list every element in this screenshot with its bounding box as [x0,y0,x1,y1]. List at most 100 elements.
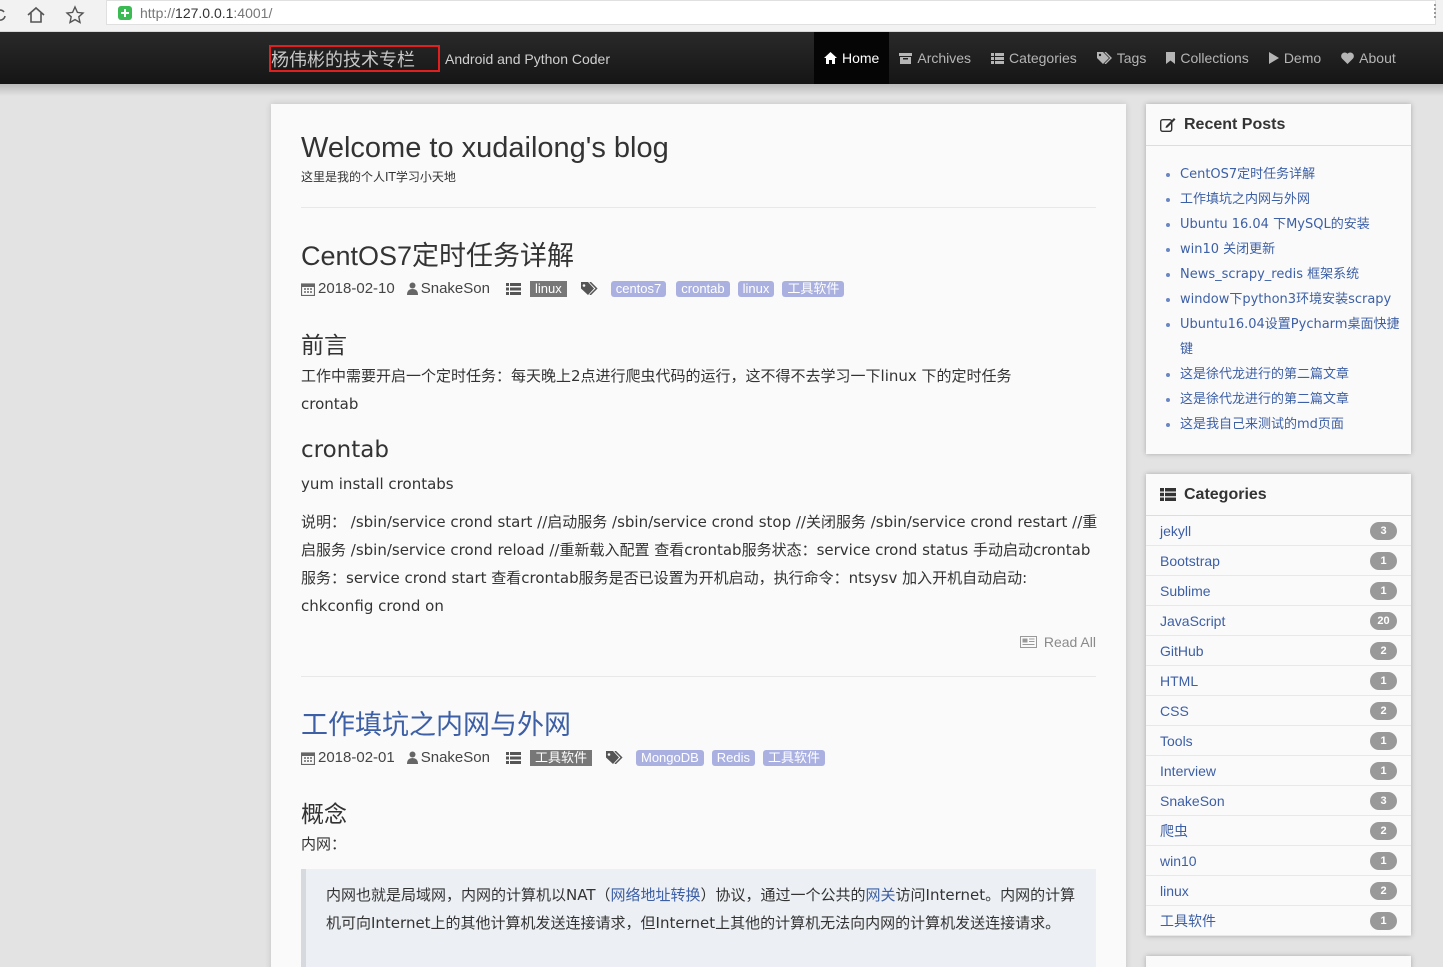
recent-post-link[interactable]: win10 关闭更新 [1166,237,1401,262]
section-heading: 前言 [301,333,347,359]
tags-icon [605,751,623,764]
list-icon [505,282,521,295]
gateway-link[interactable]: 网关 [866,886,896,904]
category-item[interactable]: JavaScript 20 [1146,606,1411,636]
bookmark-icon [1166,52,1176,64]
recent-post-link[interactable]: News_scrapy_redis 框架系统 [1166,262,1401,287]
address-bar[interactable]: http://127.0.0.1:4001/ [106,0,1436,25]
blog-subtitle: 这里是我的个人IT学习小天地 [301,170,456,184]
section-text: yum install crontabs [301,475,454,493]
category-item[interactable]: Interview 1 [1146,756,1411,786]
post-author[interactable]: SnakeSon [421,280,490,297]
categories-panel: Categories jekyll 3 Bootstrap 1 Sublime 1 J… [1146,474,1411,936]
post-title[interactable]: CentOS7定时任务详解 [301,234,574,273]
user-icon [406,282,418,295]
category-item[interactable]: linux 2 [1146,876,1411,906]
menu-dots-icon[interactable] [1434,4,1437,18]
category-badge[interactable]: linux [529,280,567,297]
nav-collections[interactable]: Collections [1156,32,1258,84]
category-item[interactable]: CSS 2 [1146,696,1411,726]
home-browser-icon[interactable] [24,3,48,27]
tags-icon [580,282,598,295]
heart-icon [1341,52,1355,64]
category-badge[interactable]: 工具软件 [529,749,592,766]
category-count: 1 [1370,851,1397,870]
post-meta: 2018-02-01 SnakeSon 工具软件 MongoDB Redis 工… [301,749,826,766]
category-name: Tools [1160,732,1193,749]
nav-home[interactable]: Home [814,32,890,84]
nav-about[interactable]: About [1331,32,1406,84]
recent-post-link[interactable]: Ubuntu 16.04 下MySQL的安装 [1166,212,1401,237]
nav-archives[interactable]: Archives [889,32,981,84]
category-name: JavaScript [1160,612,1226,629]
recent-posts-list: CentOS7定时任务详解 工作填坑之内网与外网 Ubuntu 16.04 下M… [1146,146,1411,445]
recent-post-link[interactable]: 这是徐代龙进行的第二篇文章 [1166,362,1401,387]
category-count: 2 [1370,881,1397,900]
category-item[interactable]: SnakeSon 3 [1146,786,1411,816]
category-item[interactable]: HTML 1 [1146,666,1411,696]
nav-categories[interactable]: Categories [981,32,1087,84]
tag-badge[interactable]: 工具软件 [763,749,826,766]
explain-text: 说明： /sbin/service crond start //启动服务 /sb… [301,513,1098,615]
nat-link[interactable]: 网络地址转换 [610,886,700,904]
tag-badge[interactable]: Redis [711,749,756,766]
category-name: win10 [1160,852,1197,869]
categories-header: Categories [1146,474,1411,516]
browser-toolbar: http://127.0.0.1:4001/ [0,0,1443,32]
category-item[interactable]: 爬虫 2 [1146,816,1411,846]
recent-post-link[interactable]: CentOS7定时任务详解 [1166,162,1401,187]
home-icon [824,52,837,64]
nav-home-label: Home [842,50,880,66]
bookmark-star-icon[interactable] [63,3,87,27]
list-icon [1160,488,1176,501]
post-meta: 2018-02-10 SnakeSon linux centos7 cronta… [301,280,845,297]
site-brand[interactable]: 杨伟彬的技术专栏 [271,46,415,72]
category-name: CSS [1160,702,1189,719]
section-heading: 概念 [301,802,347,828]
nav-demo-label: Demo [1283,50,1322,66]
nav-demo[interactable]: Demo [1259,32,1331,84]
category-item[interactable]: win10 1 [1146,846,1411,876]
read-all-link[interactable]: Read All [1019,634,1096,650]
category-item[interactable]: Sublime 1 [1146,576,1411,606]
category-item[interactable]: GitHub 2 [1146,636,1411,666]
category-item[interactable]: Bootstrap 1 [1146,546,1411,576]
calendar-icon [301,751,315,765]
header-shadow [0,84,1443,96]
archive-icon [899,52,913,64]
category-item[interactable]: jekyll 3 [1146,516,1411,546]
reload-icon[interactable] [0,3,12,27]
recent-post-link[interactable]: window下python3环境安装scrapy [1166,287,1401,312]
recent-post-link[interactable]: 工作填坑之内网与外网 [1166,187,1401,212]
nav-collections-label: Collections [1180,50,1249,66]
category-count: 2 [1370,641,1397,660]
blog-title: Welcome to xudailong's blog [301,132,669,164]
recent-post-link[interactable]: 这是我自己来测试的md页面 [1166,412,1401,437]
list-icon [991,52,1005,64]
tag-badge[interactable]: 工具软件 [782,280,845,297]
category-count: 2 [1370,821,1397,840]
recent-post-link[interactable]: 这是徐代龙进行的第二篇文章 [1166,387,1401,412]
site-header: 杨伟彬的技术专栏 Android and Python Coder Home A… [0,32,1443,84]
post-author[interactable]: SnakeSon [421,749,490,766]
nav-tags-label: Tags [1116,50,1147,66]
category-item[interactable]: 工具软件 1 [1146,906,1411,936]
tag-badge[interactable]: centos7 [610,280,667,297]
category-count: 2 [1370,701,1397,720]
section-text: 工作中需要开启一个定时任务：每天晚上2点进行爬虫代码的运行，这不得不去学习一下l… [301,367,1012,413]
category-count: 3 [1370,521,1397,540]
divider [301,207,1096,208]
tag-badge[interactable]: linux [737,280,775,297]
list-icon [505,751,521,764]
category-name: 爬虫 [1160,822,1188,839]
main-content: Welcome to xudailong's blog 这里是我的个人IT学习小… [271,104,1126,967]
category-count: 1 [1370,551,1397,570]
tag-badge[interactable]: MongoDB [635,749,704,766]
recent-post-link[interactable]: Ubuntu16.04设置Pycharm桌面快捷键 [1166,312,1401,362]
post-title[interactable]: 工作填坑之内网与外网 [301,703,571,742]
tags-icon [1096,52,1112,64]
category-item[interactable]: Tools 1 [1146,726,1411,756]
nav-tags[interactable]: Tags [1087,32,1157,84]
category-count: 1 [1370,671,1397,690]
tag-badge[interactable]: crontab [676,280,730,297]
